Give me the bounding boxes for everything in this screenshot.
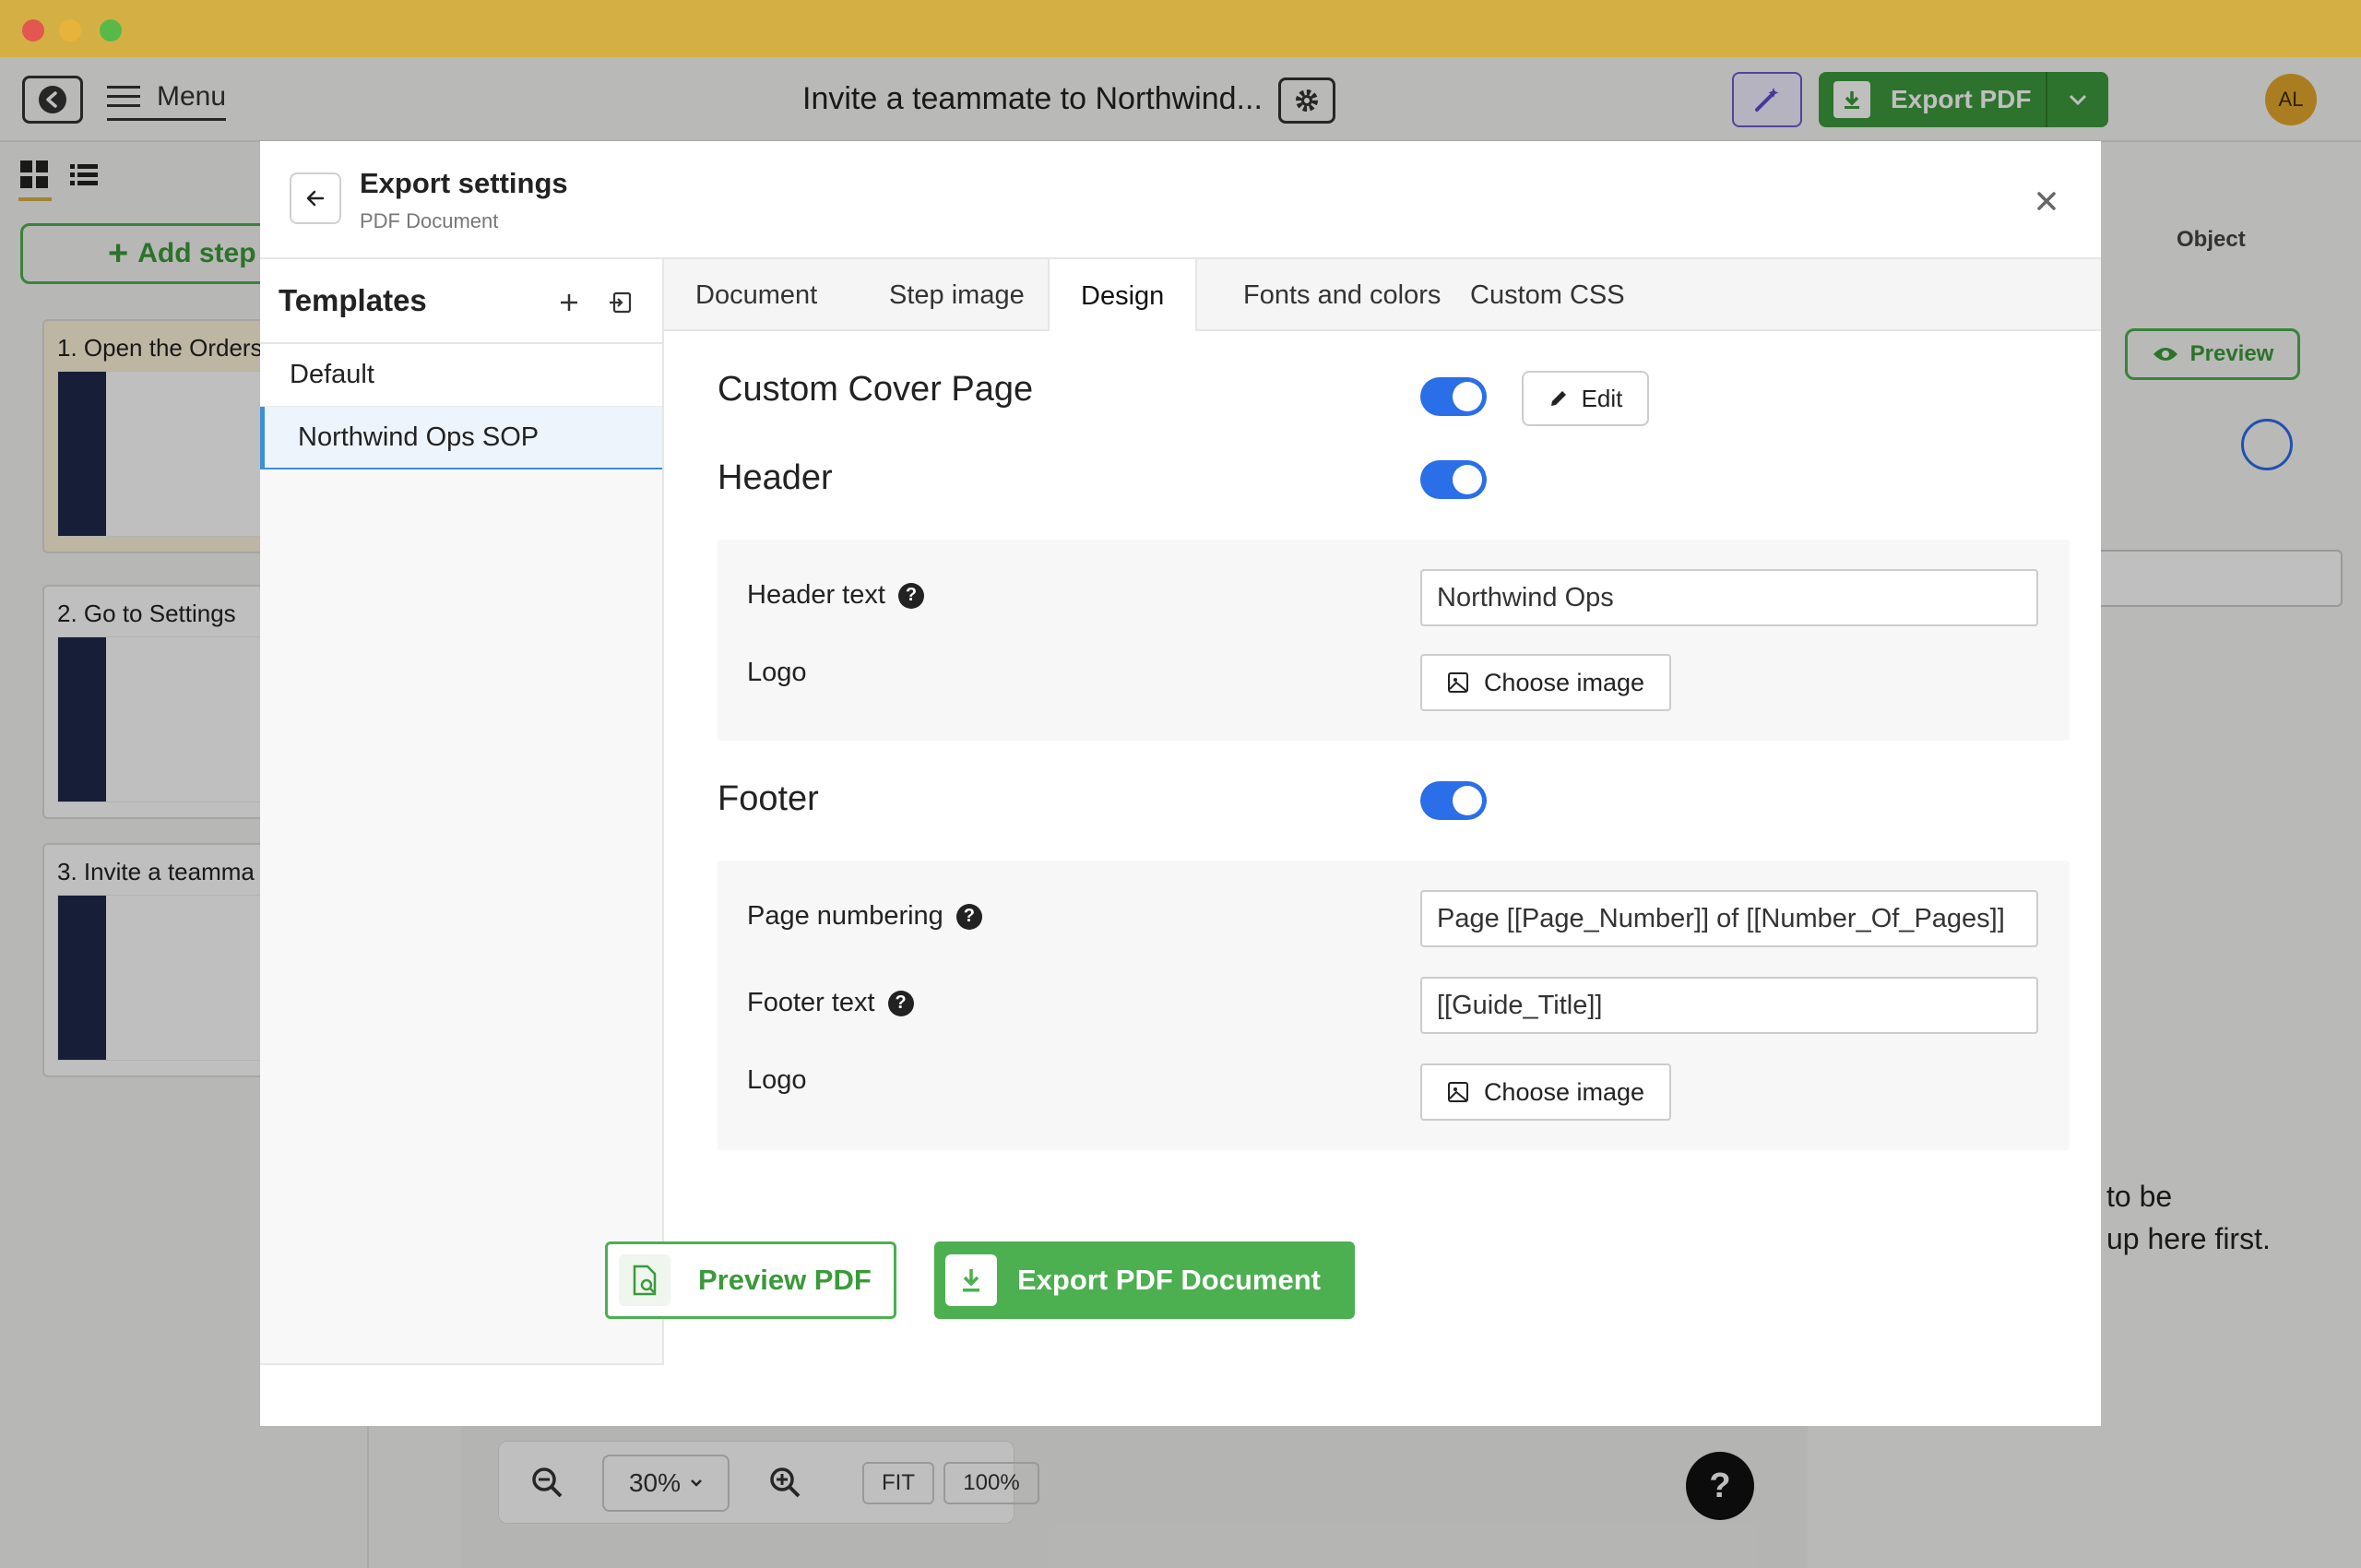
export-pdf-document-button[interactable]: Export PDF Document [934, 1241, 1355, 1319]
dialog-subtitle: PDF Document [360, 209, 499, 232]
close-icon [2037, 192, 2056, 210]
choose-image-label: Choose image [1483, 1077, 1645, 1106]
footer-toggle[interactable] [1420, 781, 1487, 820]
pencil-icon [1550, 391, 1566, 406]
dialog-title: Export settings [360, 167, 568, 199]
dialog-close-button[interactable] [2031, 185, 2062, 217]
tab-document[interactable]: Document [664, 259, 848, 331]
window-close-button[interactable] [22, 19, 44, 42]
tab-design[interactable]: Design [1048, 259, 1198, 333]
file-preview-icon [619, 1254, 670, 1306]
page-numbering-label-text: Page numbering [747, 901, 943, 931]
dialog-back-button[interactable] [290, 172, 341, 224]
add-template-button[interactable] [553, 287, 585, 318]
template-item-northwind-ops-sop[interactable]: Northwind Ops SOP [260, 407, 662, 469]
footer-text-input[interactable]: [[Guide_Title]] [1420, 977, 2038, 1034]
footer-settings-group: Page numbering ? Page [[Page_Number]] of… [718, 861, 2070, 1150]
tab-step-image[interactable]: Step image [858, 259, 1056, 331]
export-pdf-document-label: Export PDF Document [1017, 1264, 1321, 1296]
header-settings-group: Header text ? Northwind Ops Logo Choose … [718, 540, 2070, 741]
header-choose-image-button[interactable]: Choose image [1420, 654, 1671, 711]
page-numbering-label: Page numbering ? [747, 901, 982, 932]
templates-header: Templates [260, 259, 662, 344]
help-icon[interactable]: ? [897, 582, 924, 609]
choose-image-label: Choose image [1483, 668, 1645, 696]
footer-text-label: Footer text ? [747, 988, 914, 1018]
header-section-title: Header [718, 458, 833, 497]
templates-title: Templates [279, 283, 427, 317]
import-template-button[interactable] [605, 287, 636, 318]
window-minimize-button[interactable] [59, 19, 81, 42]
header-text-label: Header text ? [747, 580, 924, 611]
cover-page-toggle[interactable] [1420, 377, 1487, 416]
footer-logo-label: Logo [747, 1065, 807, 1095]
plus-icon [561, 294, 577, 311]
page-numbering-input[interactable]: Page [[Page_Number]] of [[Number_Of_Page… [1420, 890, 2038, 947]
dialog-header: Export settings PDF Document [260, 141, 2101, 259]
header-text-input[interactable]: Northwind Ops [1420, 569, 2038, 626]
window-titlebar [0, 0, 2361, 57]
download-icon [945, 1254, 997, 1306]
edit-cover-button[interactable]: Edit [1522, 371, 1649, 426]
tab-fonts-and-colors[interactable]: Fonts and colors [1212, 259, 1472, 331]
header-text-label-text: Header text [747, 580, 885, 610]
export-settings-dialog: Export settings PDF Document Templates D… [260, 141, 2101, 1426]
arrow-left-icon [306, 190, 325, 207]
edit-label: Edit [1581, 384, 1623, 412]
image-icon [1447, 1082, 1468, 1102]
footer-text-label-text: Footer text [747, 988, 875, 1017]
tab-custom-css[interactable]: Custom CSS [1439, 259, 1656, 331]
window-zoom-button[interactable] [100, 19, 122, 42]
help-icon[interactable]: ? [887, 990, 914, 1016]
image-icon [1447, 672, 1468, 693]
footer-section-title: Footer [718, 779, 819, 818]
settings-tabs: Document Step image Design Fonts and col… [664, 259, 2101, 333]
preview-pdf-button[interactable]: Preview PDF [605, 1241, 896, 1319]
footer-choose-image-button[interactable]: Choose image [1420, 1063, 1671, 1121]
header-toggle[interactable] [1420, 460, 1487, 499]
templates-pane: Templates Default Northwind Ops SOP [260, 259, 664, 1365]
cover-page-title: Custom Cover Page [718, 370, 1034, 409]
header-logo-label: Logo [747, 658, 807, 687]
preview-pdf-label: Preview PDF [698, 1264, 872, 1296]
help-icon[interactable]: ? [955, 903, 982, 930]
template-item-default[interactable]: Default [260, 344, 662, 407]
design-tab-content: Custom Cover Page Edit Header Header tex… [664, 331, 2101, 1364]
import-icon [610, 291, 632, 314]
